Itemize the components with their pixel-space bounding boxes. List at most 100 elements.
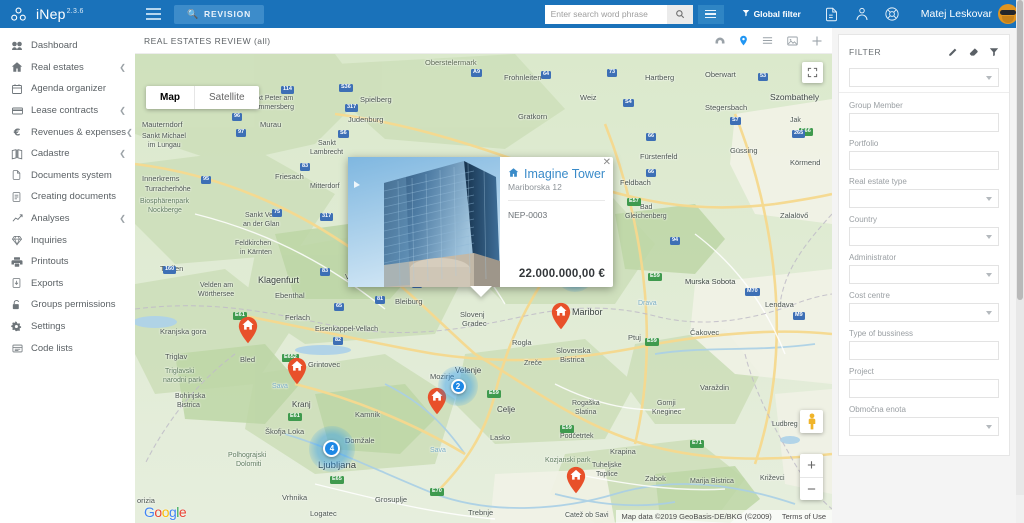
filter-select-real-estate-type[interactable]	[849, 189, 999, 208]
revision-button[interactable]: 🔍 REVISION	[174, 4, 265, 24]
document-icon[interactable]	[817, 0, 847, 28]
sidebar-item-label: Groups permissions	[31, 299, 116, 311]
filter-label: Administrator	[849, 253, 897, 262]
sidebar-item-inquiries[interactable]: Inquiries	[0, 229, 135, 251]
chevron-down-icon	[986, 272, 992, 277]
search-input[interactable]	[544, 4, 667, 24]
chevron-down-icon	[986, 424, 992, 429]
zoom-in-button[interactable]: +	[800, 454, 823, 477]
brand-version: 2.3.6	[66, 8, 84, 16]
svg-text:€: €	[13, 128, 21, 139]
property-details: ✕ Imagine Tower Mariborska 12 NEP-0003 2…	[500, 157, 615, 287]
property-price: 22.000.000,00 €	[518, 268, 606, 280]
search-icon[interactable]	[666, 4, 693, 24]
sidebar-item-agenda-organizer[interactable]: Agenda organizer	[0, 78, 135, 100]
funnel-icon[interactable]	[989, 47, 999, 57]
filter-input-portfolio[interactable]	[849, 151, 999, 170]
map-zoom-control: + −	[800, 454, 823, 500]
sidebar-item-settings[interactable]: Settings	[0, 316, 135, 338]
sidebar-item-dashboard[interactable]: Dashboard	[0, 35, 135, 57]
global-search	[544, 4, 693, 24]
search-options-menu-icon[interactable]	[697, 4, 724, 24]
diamond-icon	[11, 235, 26, 246]
chevron-left-icon[interactable]: ❮	[119, 214, 126, 223]
filter-label: Project	[849, 367, 874, 376]
sidebar-item-cadastre[interactable]: Cadastre ❮	[0, 143, 135, 165]
property-marker[interactable]	[566, 466, 586, 494]
filter-input-type-of-bussiness[interactable]	[849, 341, 999, 360]
fullscreen-icon[interactable]	[802, 62, 823, 83]
eraser-icon[interactable]	[968, 47, 979, 57]
filter-group-group-member: Group Member	[849, 101, 999, 132]
filter-group-type-of-bussiness: Type of bussiness	[849, 329, 999, 360]
filter-select-cost-centre[interactable]	[849, 303, 999, 322]
map-type-satellite-button[interactable]: Satellite	[194, 86, 259, 109]
cluster-marker[interactable]: 2	[437, 365, 479, 407]
filter-input-project[interactable]	[849, 379, 999, 398]
chevron-left-icon[interactable]: ❮	[119, 149, 126, 158]
map-pin-view-icon[interactable]	[738, 34, 749, 47]
sidebar-item-label: Cadastre	[31, 148, 70, 160]
add-new-icon[interactable]	[811, 35, 823, 47]
sidebar-item-creating-documents[interactable]: Creating documents	[0, 186, 135, 208]
page-title: REAL ESTATES REVIEW (all)	[144, 35, 271, 46]
property-info-window[interactable]: ✕ Imagine Tower Mariborska 12 NEP-0003 2…	[348, 157, 613, 287]
pencil-icon[interactable]	[948, 47, 958, 57]
page-scrollbar[interactable]	[1016, 0, 1024, 495]
sidebar-item-label: Analyses	[31, 213, 70, 225]
property-marker[interactable]	[238, 316, 258, 344]
filter-input-group-member[interactable]	[849, 113, 999, 132]
filter-select-country[interactable]	[849, 227, 999, 246]
chevron-left-icon[interactable]: ❮	[126, 128, 133, 137]
zoom-out-button[interactable]: −	[800, 477, 823, 500]
hamburger-menu-icon[interactable]	[140, 0, 166, 28]
sidebar-item-revenues-expenses[interactable]: € Revenues & expenses ❮	[0, 121, 135, 143]
users-icon[interactable]	[847, 0, 877, 28]
property-address: Mariborska 12	[508, 182, 562, 192]
google-logo: Google	[144, 504, 187, 520]
sidebar-item-groups-permissions[interactable]: Groups permissions	[0, 294, 135, 316]
property-marker[interactable]	[287, 357, 307, 385]
filter-select-obmo-na-enota[interactable]	[849, 417, 999, 436]
lifebuoy-help-icon[interactable]	[877, 0, 907, 28]
filter-group-obmo-na-enota: Območna enota	[849, 405, 999, 436]
sidebar-item-code-lists[interactable]: Code lists	[0, 337, 135, 359]
filter-card: FILTER Group Member Portfolio Real estat…	[838, 34, 1010, 456]
filter-title: FILTER	[849, 47, 882, 57]
sidebar-item-label: Printouts	[31, 256, 69, 268]
chevron-left-icon[interactable]: ❮	[119, 106, 126, 115]
map-view[interactable]: Oberstelermark Frohnleiten Hartberg Oberwar…	[135, 54, 832, 523]
property-code: NEP-0003	[508, 210, 548, 220]
filter-select-administrator[interactable]	[849, 265, 999, 284]
sidebar-item-analyses[interactable]: Analyses ❮	[0, 208, 135, 230]
gallery-view-icon[interactable]	[786, 35, 799, 47]
sidebar-item-documents-system[interactable]: Documents system	[0, 165, 135, 187]
main-content: REAL ESTATES REVIEW (all) Oberstelermark…	[135, 28, 832, 523]
sidebar-item-lease-contracts[interactable]: Lease contracts ❮	[0, 100, 135, 122]
chevron-down-icon	[986, 75, 992, 80]
terms-of-use-link[interactable]: Terms of Use	[782, 512, 826, 521]
sidebar-item-exports[interactable]: Exports	[0, 273, 135, 295]
avatar[interactable]	[998, 4, 1018, 24]
export-icon	[11, 277, 26, 289]
sidebar-item-printouts[interactable]: Printouts	[0, 251, 135, 273]
dashboard-view-icon[interactable]	[714, 35, 726, 47]
property-marker[interactable]	[551, 302, 571, 330]
chevron-left-icon[interactable]: ❮	[119, 63, 126, 72]
funnel-icon	[742, 9, 750, 19]
filter-group-country: Country	[849, 215, 999, 246]
sidebar-item-real-estates[interactable]: Real estates ❮	[0, 57, 135, 79]
map-type-map-button[interactable]: Map	[146, 86, 194, 109]
filter-preset-select[interactable]	[849, 68, 999, 87]
scrollbar-thumb[interactable]	[1017, 0, 1023, 300]
dashboard-icon	[11, 40, 26, 52]
close-icon[interactable]: ✕	[603, 158, 611, 168]
list-view-icon[interactable]	[761, 35, 774, 46]
card-icon	[11, 105, 26, 117]
street-view-pegman-icon[interactable]	[800, 410, 823, 433]
filter-label: Cost centre	[849, 291, 890, 300]
user-name: Matej Leskovar	[920, 8, 992, 20]
global-filter-button[interactable]: Global filter	[742, 9, 801, 19]
cluster-marker[interactable]: 4	[309, 426, 355, 472]
chart-line-icon	[11, 213, 26, 224]
